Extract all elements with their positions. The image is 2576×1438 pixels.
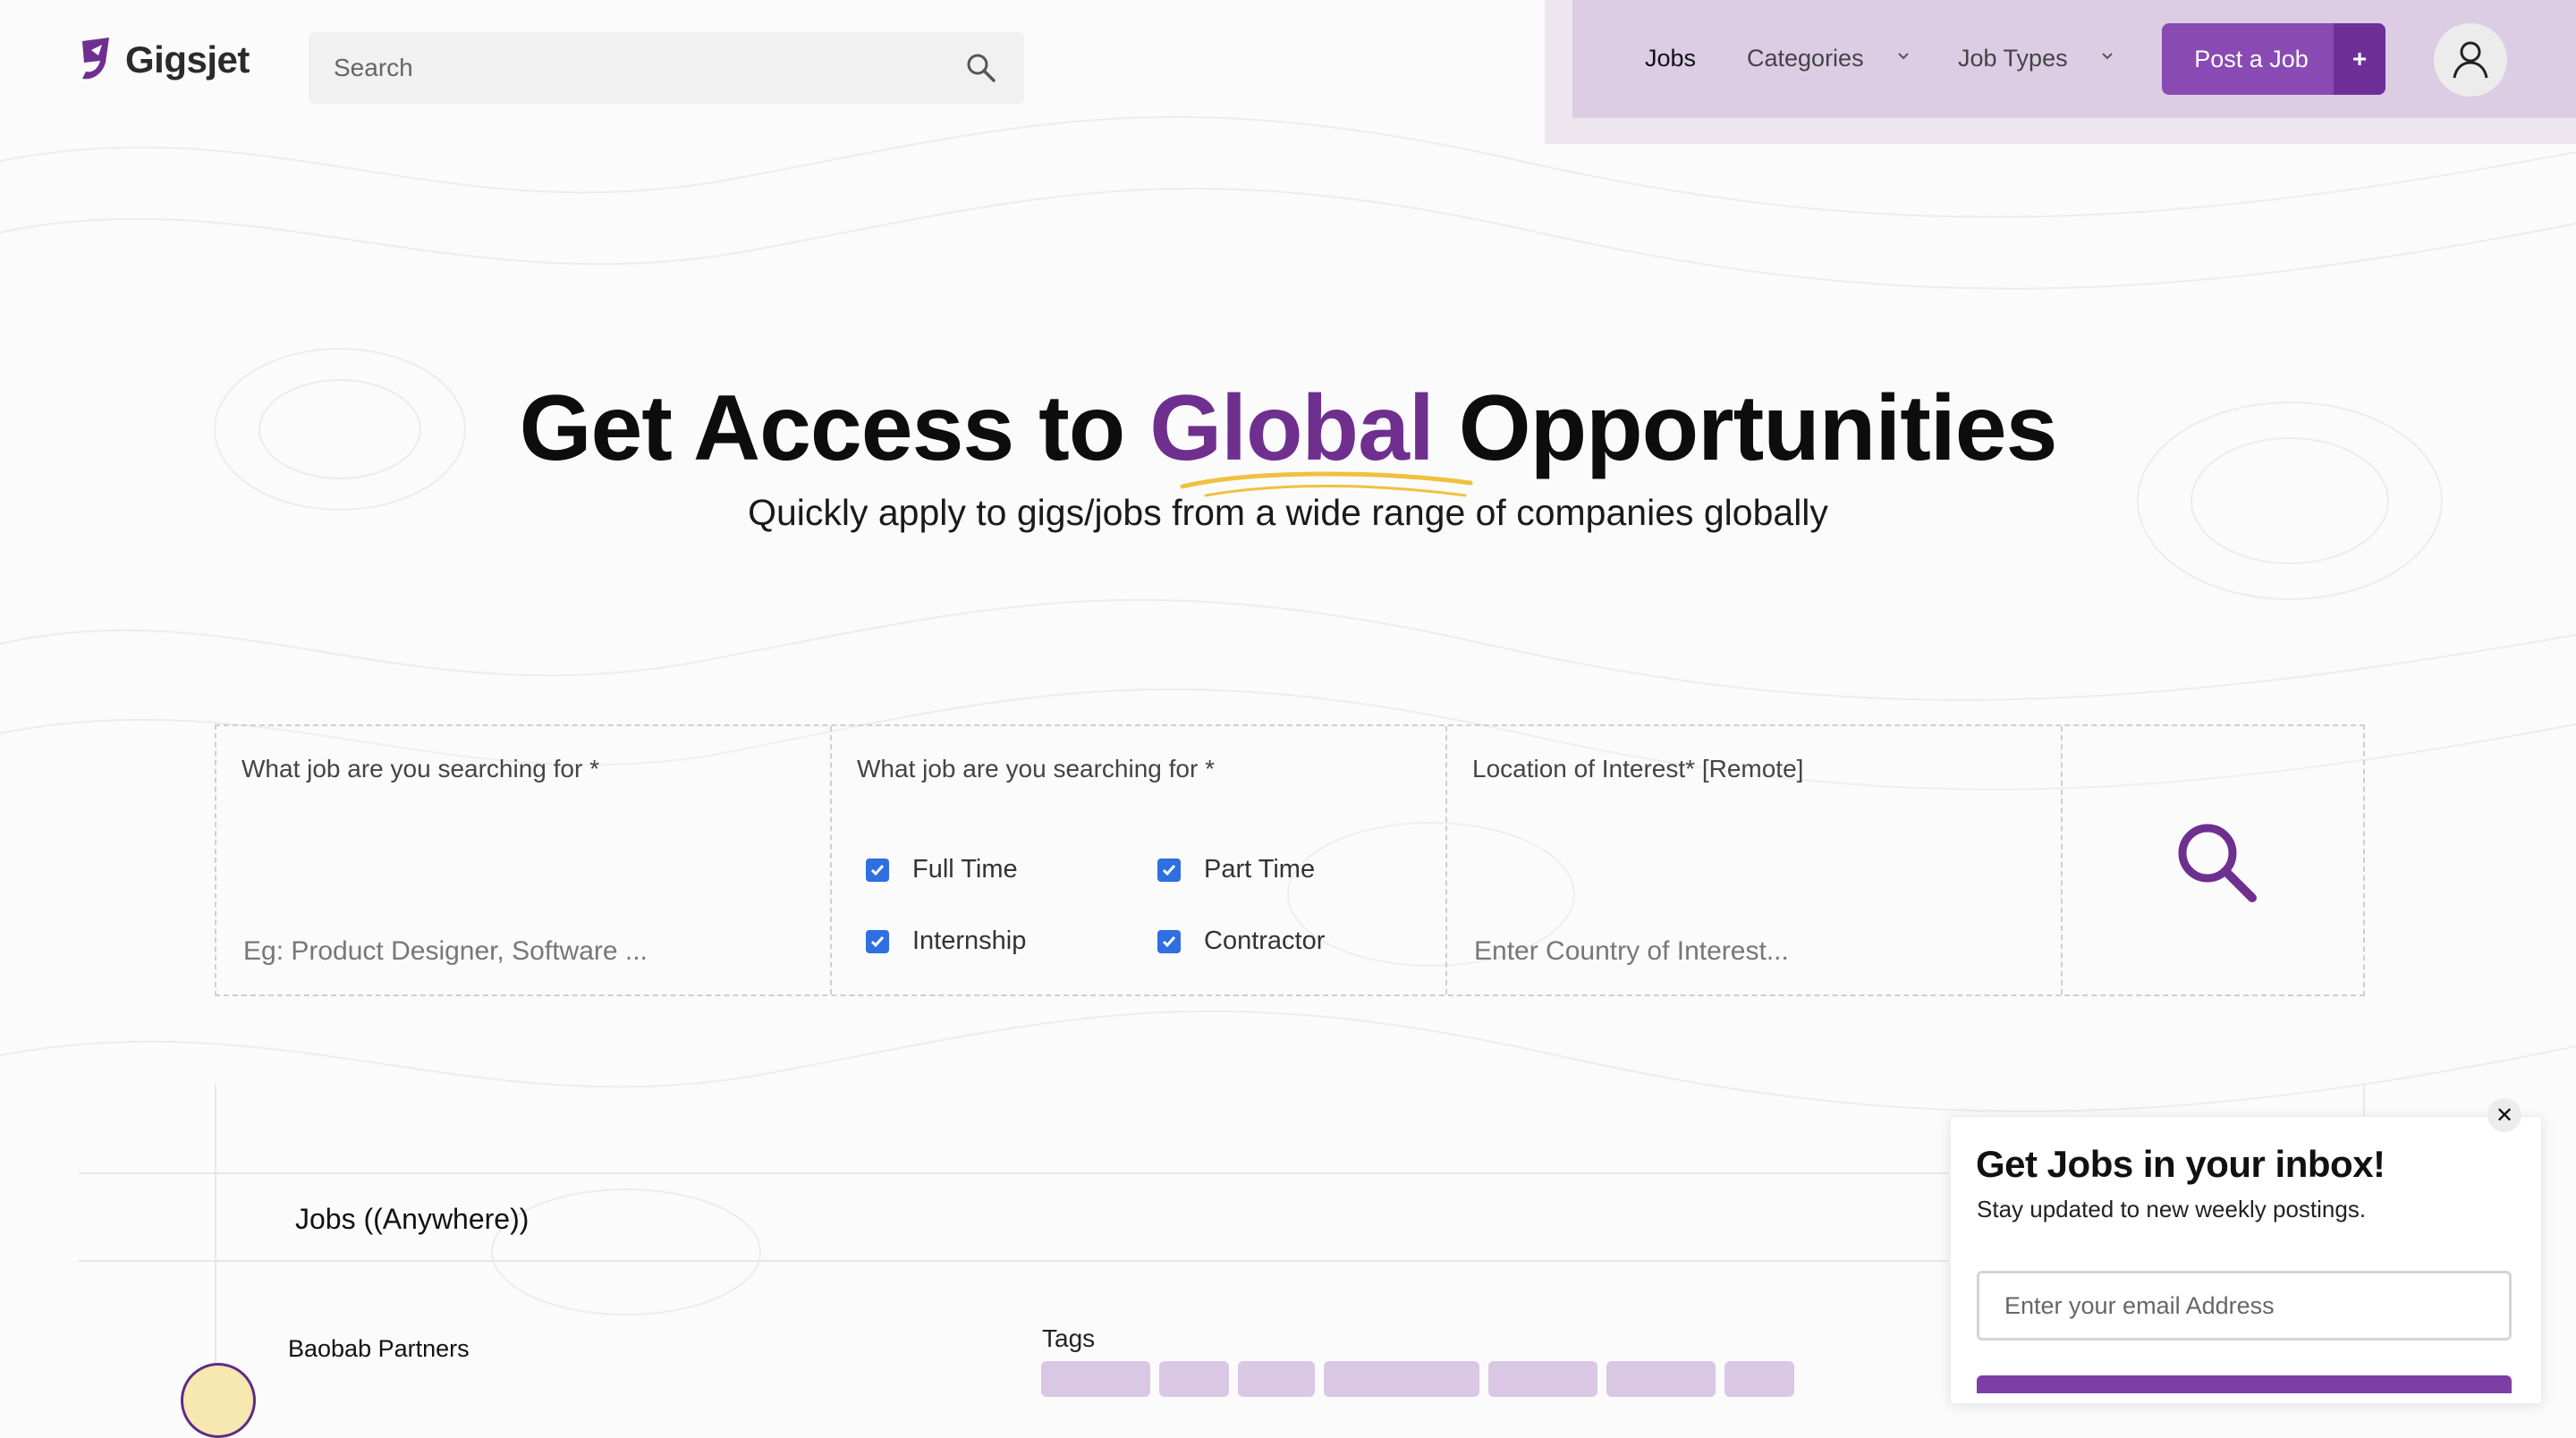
checkbox-checked-icon[interactable] <box>866 929 889 953</box>
checkbox-label: Contractor <box>1204 926 1326 955</box>
job-query-cell: What job are you searching for * <box>216 726 832 994</box>
chevron-down-icon[interactable] <box>2101 52 2114 61</box>
checkbox-internship[interactable]: Internship <box>866 926 1026 956</box>
job-type-label: What job are you searching for * <box>857 755 1215 782</box>
newsletter-subscribe-button[interactable] <box>1977 1375 2512 1393</box>
job-query-label: What job are you searching for * <box>242 755 599 782</box>
brand-name: Gigsjet <box>125 38 250 80</box>
checkbox-part-time[interactable]: Part Time <box>1157 855 1315 884</box>
search-icon[interactable] <box>965 52 997 84</box>
user-icon <box>2453 41 2488 79</box>
newsletter-email-input[interactable] <box>1977 1271 2512 1341</box>
newsletter-subtitle: Stay updated to new weekly postings. <box>1977 1196 2367 1222</box>
company-logo[interactable] <box>181 1363 256 1438</box>
tag-chip[interactable] <box>1488 1361 1597 1397</box>
tag-chip[interactable] <box>1238 1361 1315 1397</box>
checkbox-checked-icon[interactable] <box>1157 929 1181 953</box>
checkbox-label: Internship <box>912 926 1027 955</box>
plus-icon: + <box>2334 23 2385 95</box>
checkbox-label: Part Time <box>1204 855 1316 884</box>
tags-label: Tags <box>1042 1324 1096 1352</box>
checkbox-contractor[interactable]: Contractor <box>1157 926 1325 956</box>
checkbox-label: Full Time <box>912 855 1018 884</box>
tag-chip[interactable] <box>1041 1361 1150 1397</box>
post-job-button[interactable]: Post a Job + <box>2162 23 2385 95</box>
main-nav <box>1572 0 2576 118</box>
tag-chip[interactable] <box>1606 1361 1716 1397</box>
magnifier-search-icon[interactable] <box>2174 819 2259 905</box>
hero-subtitle: Quickly apply to gigs/jobs from a wide r… <box>748 492 1828 533</box>
jobs-heading: Jobs ((Anywhere)) <box>295 1203 530 1235</box>
hero-title-end: Opportunities <box>1433 376 2058 480</box>
gigsjet-logo-icon <box>82 38 109 80</box>
checkbox-checked-icon[interactable] <box>1157 858 1181 882</box>
checkbox-checked-icon[interactable] <box>866 858 889 882</box>
location-cell: Location of Interest* [Remote] <box>1447 726 2063 994</box>
user-avatar-button[interactable] <box>2434 23 2507 97</box>
tag-chip[interactable] <box>1324 1361 1479 1397</box>
divider <box>79 1172 1948 1174</box>
search-submit-cell[interactable] <box>2063 726 2363 994</box>
job-query-input[interactable] <box>242 935 657 968</box>
nav-categories[interactable]: Categories <box>1747 45 1864 72</box>
brand-logo[interactable]: Gigsjet <box>79 36 250 84</box>
company-name[interactable]: Baobab Partners <box>288 1335 470 1363</box>
checkbox-full-time[interactable]: Full Time <box>866 855 1018 884</box>
location-input[interactable] <box>1472 935 1887 968</box>
post-job-label: Post a Job <box>2194 45 2309 72</box>
divider <box>79 1260 1948 1262</box>
tag-chip[interactable] <box>1724 1361 1794 1397</box>
chevron-down-icon[interactable] <box>1897 52 1910 61</box>
newsletter-title: Get Jobs in your inbox! <box>1976 1143 2385 1185</box>
header-search[interactable] <box>309 32 1024 104</box>
tag-chip[interactable] <box>1159 1361 1229 1397</box>
close-icon[interactable]: ✕ <box>2487 1098 2521 1132</box>
hero-title-start: Get Access to <box>519 376 1150 480</box>
search-input[interactable] <box>309 53 944 83</box>
job-type-cell: What job are you searching for * Full Ti… <box>832 726 1447 994</box>
nav-job-types[interactable]: Job Types <box>1958 45 2068 72</box>
job-search-form: What job are you searching for * What jo… <box>215 724 2365 996</box>
location-label: Location of Interest* [Remote] <box>1472 755 1804 782</box>
nav-jobs[interactable]: Jobs <box>1645 45 1696 72</box>
